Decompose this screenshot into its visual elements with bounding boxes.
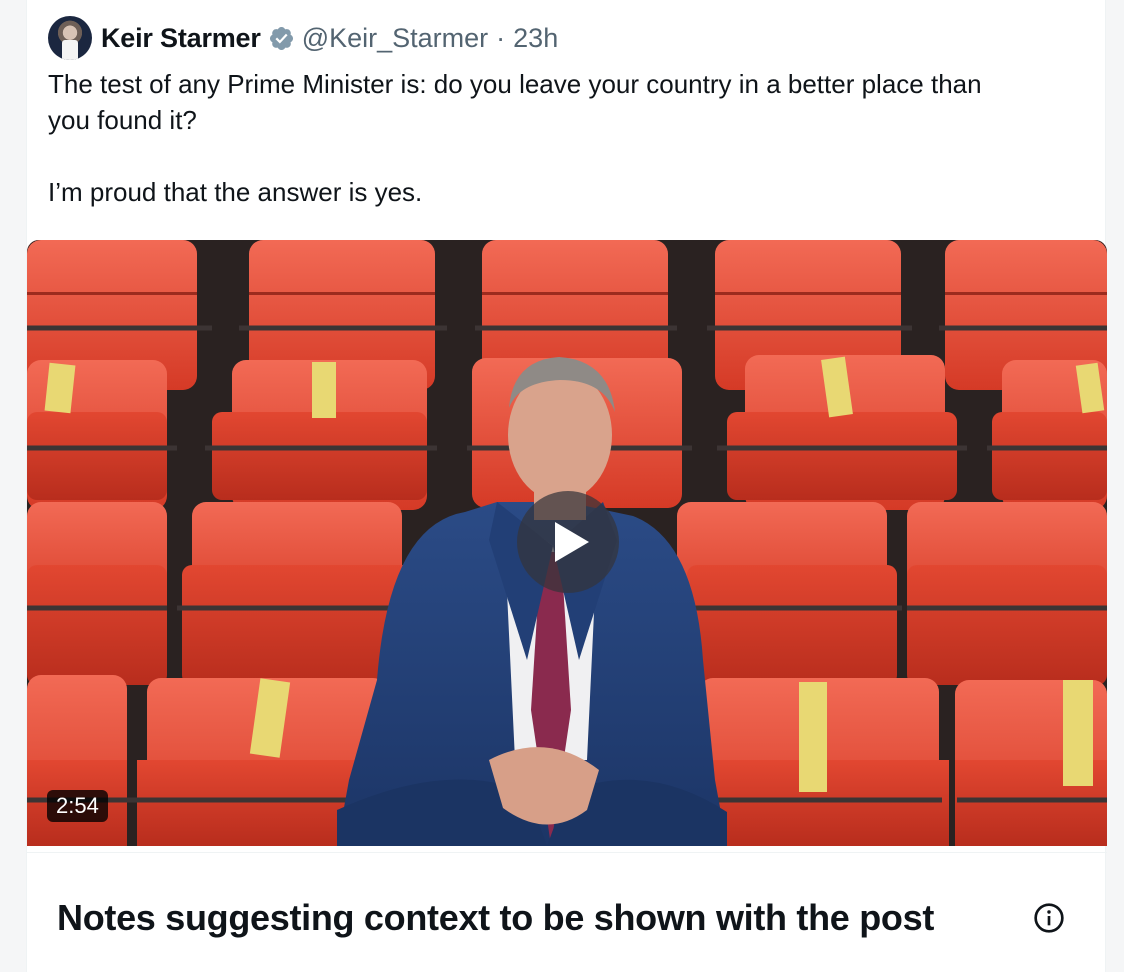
community-notes-title: Notes suggesting context to be shown wit… [57, 897, 935, 938]
verified-badge-icon[interactable] [268, 25, 295, 52]
video-player[interactable]: 2:54 [27, 240, 1107, 846]
separator-dot: · [496, 22, 506, 53]
tweet-header: Keir Starmer @Keir_Starmer · 23h [48, 15, 558, 61]
play-icon [555, 522, 589, 562]
author-handle[interactable]: @Keir_Starmer [302, 23, 488, 54]
play-button[interactable] [517, 491, 619, 593]
tweet-text: The test of any Prime Minister is: do yo… [48, 69, 982, 207]
author-name[interactable]: Keir Starmer [101, 23, 261, 54]
community-notes-header: Notes suggesting context to be shown wit… [57, 893, 1077, 943]
tweet-card[interactable]: Keir Starmer @Keir_Starmer · 23h The tes… [26, 0, 1107, 972]
post-time[interactable]: 23h [513, 23, 558, 54]
info-icon[interactable] [1033, 902, 1065, 934]
author-avatar[interactable] [48, 16, 92, 60]
video-duration: 2:54 [47, 790, 108, 822]
divider [27, 852, 1107, 853]
